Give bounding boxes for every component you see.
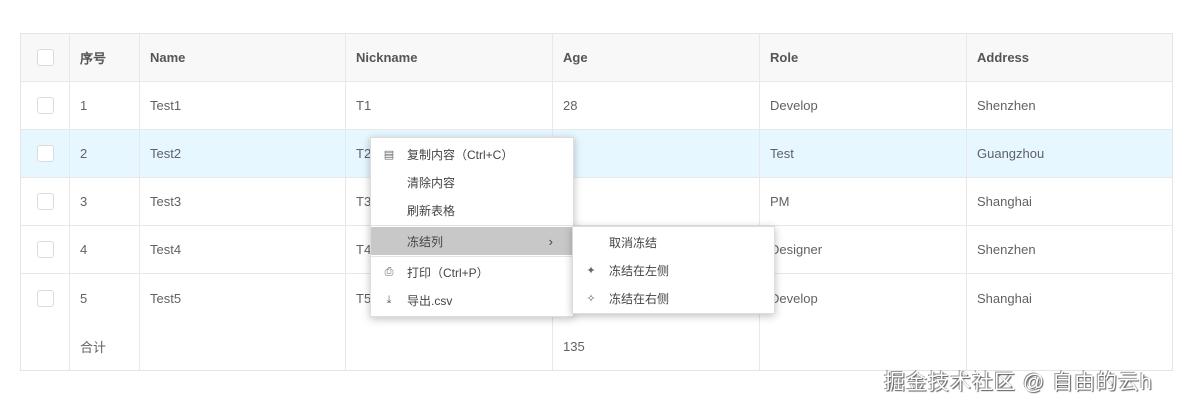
menu-label: 打印（Ctrl+P） <box>407 265 489 280</box>
download-icon: ⤓ <box>386 293 392 306</box>
pin-icon: ✦ <box>586 264 596 277</box>
table-row[interactable]: 1 Test1 T1 28 Develop Shenzhen <box>21 82 1172 130</box>
row-checkbox[interactable] <box>36 241 54 258</box>
row-select-cell[interactable] <box>21 178 70 225</box>
cell-name: Test2 <box>140 130 346 177</box>
cell-role: Develop <box>760 274 967 322</box>
menu-label: 冻结列 <box>407 234 444 249</box>
header-nickname[interactable]: Nickname <box>346 34 553 81</box>
footer-label: 合计 <box>70 322 140 370</box>
submenu-freeze-left[interactable]: ✦ 冻结在左侧 <box>573 256 774 284</box>
chevron-right-icon: › <box>548 233 553 249</box>
menu-label: 导出.csv <box>407 293 453 308</box>
cell-address: Shenzhen <box>977 98 1036 113</box>
cell-no: 1 <box>70 82 140 129</box>
select-all-checkbox[interactable] <box>36 49 54 66</box>
row-checkbox[interactable] <box>36 97 54 114</box>
select-all-cell[interactable] <box>21 34 70 81</box>
menu-label: 复制内容（Ctrl+C） <box>407 147 514 162</box>
menu-export-csv[interactable]: ⤓ 导出.csv <box>371 286 573 314</box>
cell-address: Shanghai <box>977 290 1032 306</box>
cell-address: Shenzhen <box>977 242 1036 257</box>
cell-age: 28 <box>553 82 760 129</box>
row-select-cell[interactable] <box>21 274 70 322</box>
table-row[interactable]: 2Test2T22TestGuangzhou <box>21 130 1172 178</box>
menu-label: 取消冻结 <box>609 235 658 250</box>
printer-icon: ⎙ <box>384 265 394 278</box>
cell-no: 3 <box>70 178 140 225</box>
footer-cell <box>346 322 553 370</box>
header-name[interactable]: Name <box>140 34 346 81</box>
submenu-freeze-right[interactable]: ✧ 冻结在右侧 <box>573 284 774 312</box>
data-table: 序号 Name Nickname Age Role Address 1 Test1… <box>20 33 1173 371</box>
cell-name: Test3 <box>140 178 346 225</box>
cell-address: Shanghai <box>977 194 1032 209</box>
cell-no: 5 <box>70 274 140 322</box>
row-checkbox[interactable] <box>36 193 54 210</box>
header-no[interactable]: 序号 <box>70 34 140 81</box>
menu-label: 冻结在右侧 <box>609 291 670 306</box>
header-role[interactable]: Role <box>760 34 967 81</box>
cell-name: Test1 <box>140 82 346 129</box>
cell-role: Designer <box>760 226 967 273</box>
copy-icon: ▤ <box>383 148 395 161</box>
cell-age: 2 <box>553 178 760 225</box>
cell-nickname: T1 <box>346 82 553 129</box>
context-menu: ▤ 复制内容（Ctrl+C） 清除内容 刷新表格 冻结列 › ⎙ 打印（Ctrl+P）… <box>370 137 574 317</box>
cell-name: Test4 <box>140 226 346 273</box>
submenu-unfreeze[interactable]: 取消冻结 <box>573 228 774 256</box>
menu-print[interactable]: ⎙ 打印（Ctrl+P） <box>371 258 573 286</box>
cell-name: Test5 <box>140 274 346 322</box>
menu-label: 冻结在左侧 <box>609 263 670 278</box>
row-select-cell[interactable] <box>21 82 70 129</box>
row-select-cell[interactable] <box>21 130 70 177</box>
cell-no: 4 <box>70 226 140 273</box>
footer-age-total: 135 <box>553 322 760 370</box>
cell-role: Test <box>760 130 967 177</box>
menu-copy[interactable]: ▤ 复制内容（Ctrl+C） <box>371 140 573 168</box>
row-checkbox[interactable] <box>36 289 54 307</box>
table-footer: 合计 135 <box>21 322 1172 370</box>
row-select-cell[interactable] <box>21 226 70 273</box>
footer-cell <box>140 322 346 370</box>
menu-label: 刷新表格 <box>407 203 456 218</box>
cell-role: Develop <box>760 82 967 129</box>
menu-clear[interactable]: 清除内容 <box>371 168 573 196</box>
row-checkbox[interactable] <box>36 145 54 162</box>
watermark: 掘金技术社区 @ 自由的云h <box>884 371 1153 394</box>
menu-refresh[interactable]: 刷新表格 <box>371 196 573 224</box>
cell-age: 2 <box>553 130 760 177</box>
menu-freeze-column[interactable]: 冻结列 › <box>371 227 573 255</box>
header-address[interactable]: Address <box>967 34 1172 81</box>
table-row[interactable]: 3Test3T32PMShanghai <box>21 178 1172 226</box>
cell-role: PM <box>760 178 967 225</box>
footer-cell <box>760 322 967 370</box>
cell-no: 2 <box>70 130 140 177</box>
footer-cell <box>21 322 70 370</box>
header-age[interactable]: Age <box>553 34 760 81</box>
menu-divider <box>371 225 573 226</box>
footer-cell <box>967 322 1172 370</box>
cell-address: Guangzhou <box>977 146 1045 161</box>
menu-label: 清除内容 <box>407 175 456 190</box>
table-header: 序号 Name Nickname Age Role Address <box>21 34 1172 82</box>
freeze-submenu: 取消冻结 ✦ 冻结在左侧 ✧ 冻结在右侧 <box>572 226 775 314</box>
pin-off-icon: ✧ <box>586 292 596 305</box>
menu-divider <box>371 256 573 257</box>
